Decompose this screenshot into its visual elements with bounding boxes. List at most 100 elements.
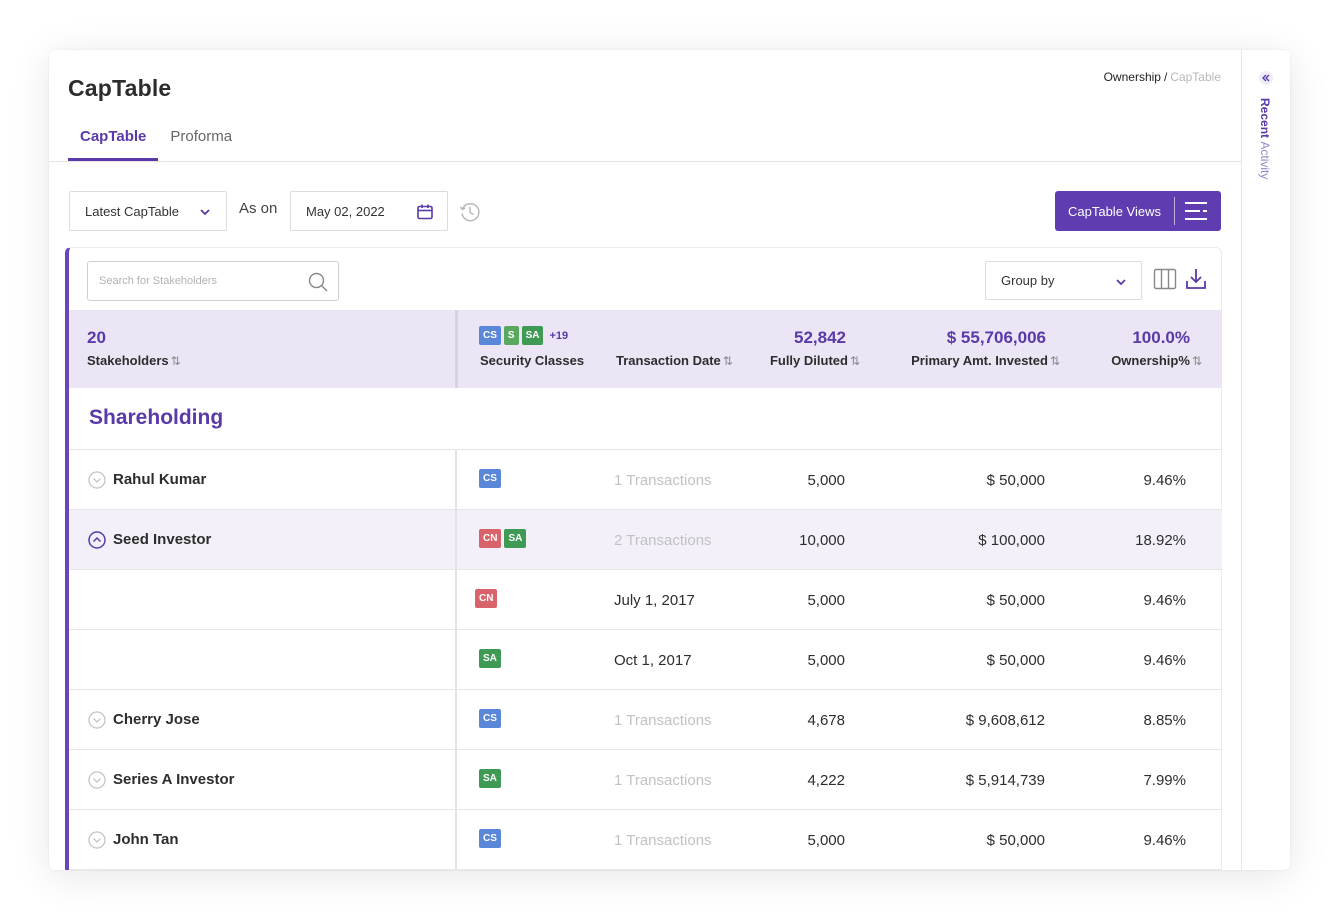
search-input[interactable] [99,275,299,287]
primary-amount-header[interactable]: Primary Amt. Invested ⇅ [911,353,1060,368]
sort-icon[interactable]: ⇅ [850,354,860,368]
as-on-label: As on [239,200,278,217]
group-by-select[interactable]: Group by [985,261,1142,300]
security-badges: SA [479,769,501,788]
table-row[interactable]: Cherry Jose CS 1 Transactions 4,678 $ 9,… [69,690,1222,750]
primary-amount-value: $ 100,000 [978,532,1045,549]
tab-captable[interactable]: CapTable [68,126,159,161]
stakeholder-name: John Tan [113,831,179,848]
date-value: May 02, 2022 [306,203,385,219]
transactions-link[interactable]: 1 Transactions [614,772,712,789]
main-content: CapTable Ownership / CapTable CapTable Pro… [49,50,1241,870]
expand-icon[interactable] [88,471,106,489]
security-badges: CS [479,709,501,728]
captable-version-value: Latest CapTable [85,203,179,219]
breadcrumb-separator: / [1163,70,1168,84]
sort-icon[interactable]: ⇅ [723,354,733,368]
stakeholder-name: Seed Investor [113,531,212,548]
as-on-date-picker[interactable]: May 02, 2022 [290,191,448,231]
chevron-down-icon [200,209,210,216]
table-toolbar: Group by [69,248,1221,310]
expand-panel-button[interactable] [1259,71,1273,85]
stakeholders-count: 20 [87,328,106,347]
table-row[interactable]: John Tan CS 1 Transactions 5,000 $ 50,00… [69,810,1222,870]
column-separator [455,810,457,869]
primary-amount-value: $ 9,608,612 [965,712,1045,729]
transaction-date: Oct 1, 2017 [614,652,692,669]
transactions-link[interactable]: 1 Transactions [614,472,712,489]
transactions-link[interactable]: 2 Transactions [614,532,712,549]
security-badges: SA [479,649,501,668]
recent-activity-tab[interactable]: Recent Activity [1258,98,1272,179]
chevron-down-icon [1116,279,1126,286]
security-class-badges: CS S SA +19 [479,326,568,345]
ownership-label: Ownership% [1111,353,1190,368]
history-icon[interactable] [458,200,482,224]
columns-icon[interactable] [1153,268,1177,290]
fully-diluted-total: 52,842 [794,328,846,347]
stakeholder-name: Cherry Jose [113,711,200,728]
primary-amount-total: $ 55,706,006 [946,328,1046,347]
table-row[interactable]: Series A Investor SA 1 Transactions 4,22… [69,750,1222,810]
badge-cn: CN [479,529,502,548]
collapse-icon[interactable] [88,531,106,549]
sort-icon[interactable]: ⇅ [1050,354,1060,368]
group-by-label: Group by [1001,273,1055,288]
transaction-date-header[interactable]: Transaction Date ⇅ [616,353,733,368]
app-window: CapTable Ownership / CapTable CapTable Pro… [49,50,1290,870]
primary-amount-value: $ 50,000 [986,652,1045,669]
breadcrumb-ownership-link[interactable]: Ownership [1104,70,1161,84]
more-security-classes[interactable]: +19 [549,330,568,342]
expand-icon[interactable] [88,711,106,729]
badge-sa: SA [504,529,527,548]
badge-cs: CS [479,469,501,488]
sort-icon[interactable]: ⇅ [1192,354,1202,368]
table-row[interactable]: Rahul Kumar CS 1 Transactions 5,000 $ 50… [69,450,1222,510]
primary-amount-value: $ 50,000 [986,832,1045,849]
fully-diluted-value: 5,000 [807,652,845,669]
stakeholders-header[interactable]: Stakeholders ⇅ [87,353,181,368]
section-title: Shareholding [89,406,224,429]
transactions-link[interactable]: 1 Transactions [614,832,712,849]
summary-header: 20 Stakeholders ⇅ CS S SA +19 Security Cl… [69,310,1222,388]
calendar-icon[interactable] [416,203,434,221]
badge-sa: SA [479,649,501,668]
search-icon[interactable] [307,271,329,293]
ownership-value: 9.46% [1143,472,1186,489]
ownership-value: 8.85% [1143,712,1186,729]
tab-proforma[interactable]: Proforma [158,126,244,160]
security-badges: CN [475,589,498,608]
primary-amount-label: Primary Amt. Invested [911,353,1048,368]
primary-amount-value: $ 50,000 [986,592,1045,609]
transactions-link[interactable]: 1 Transactions [614,712,712,729]
table-row[interactable]: Seed Investor CN SA 2 Transactions 10,000… [69,510,1222,570]
column-separator [455,510,457,569]
stakeholder-name: Rahul Kumar [113,471,207,488]
captable-views-label: CapTable Views [1068,203,1161,219]
badge-cn: CN [475,589,498,608]
section-header: Shareholding [69,388,1222,450]
recent-activity-title: Recent [1258,98,1272,139]
fully-diluted-value: 5,000 [807,472,845,489]
transaction-date-label: Transaction Date [616,353,721,368]
download-icon[interactable] [1184,267,1208,291]
ownership-header[interactable]: Ownership% ⇅ [1111,353,1202,368]
fully-diluted-value: 4,222 [807,772,845,789]
sort-icon[interactable]: ⇅ [171,354,181,368]
toolbar: Latest CapTable As on May 02, 2022 CapTa… [69,191,1221,231]
column-separator [455,630,457,689]
breadcrumb-current: CapTable [1170,70,1221,84]
security-badges: CN SA [479,529,527,548]
expand-icon[interactable] [88,831,106,849]
captable-views-button[interactable]: CapTable Views [1055,191,1221,231]
fully-diluted-header[interactable]: Fully Diluted ⇅ [770,353,860,368]
menu-icon[interactable] [1183,199,1209,223]
badge-sa: SA [521,326,544,345]
stakeholder-search[interactable] [87,261,339,301]
fully-diluted-label: Fully Diluted [769,353,848,368]
expand-icon[interactable] [88,771,106,789]
column-separator [455,450,457,509]
captable-version-select[interactable]: Latest CapTable [69,191,227,231]
transaction-row: SA Oct 1, 2017 5,000 $ 50,000 9.46% [69,630,1222,690]
badge-sa: SA [479,769,501,788]
